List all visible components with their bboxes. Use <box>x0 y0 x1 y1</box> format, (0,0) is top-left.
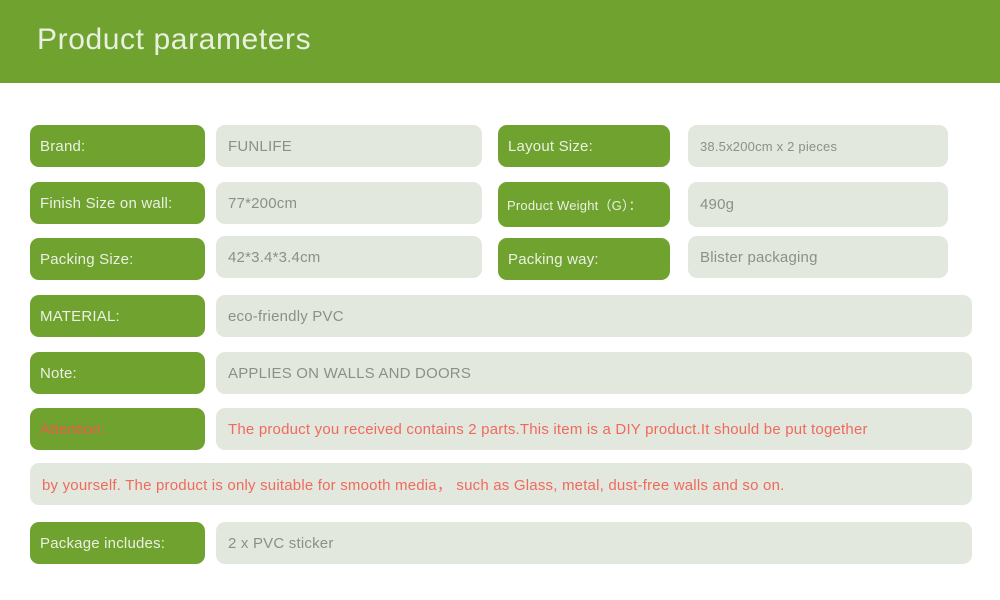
value-attention-line2-text: by yourself. The product is only suitabl… <box>42 476 785 494</box>
value-material: eco-friendly PVC <box>216 295 972 337</box>
value-finish-size: 77*200cm <box>216 182 482 224</box>
label-note: Note: <box>30 352 205 394</box>
value-attention-line1-text: The product you received contains 2 part… <box>228 420 868 438</box>
value-product-weight-text: 490g <box>700 196 735 213</box>
label-packing-way-text: Packing way: <box>508 250 599 268</box>
label-material: MATERIAL: <box>30 295 205 337</box>
label-note-text: Note: <box>40 364 77 382</box>
value-finish-size-text: 77*200cm <box>228 194 298 212</box>
label-attention: Attention: <box>30 408 205 450</box>
label-brand: Brand: <box>30 125 205 167</box>
value-brand: FUNLIFE <box>216 125 482 167</box>
value-material-text: eco-friendly PVC <box>228 307 344 325</box>
value-packing-way: Blister packaging <box>688 236 948 278</box>
label-packing-way: Packing way: <box>498 238 670 280</box>
value-brand-text: FUNLIFE <box>228 137 292 155</box>
value-attention-line1: The product you received contains 2 part… <box>216 408 972 450</box>
label-finish-size: Finish Size on wall: <box>30 182 205 224</box>
page-title: Product parameters <box>37 23 312 56</box>
value-layout-size-text: 38.5x200cm x 2 pieces <box>700 138 838 154</box>
label-material-text: MATERIAL: <box>40 307 120 325</box>
product-parameters-page: Product parameters Brand: FUNLIFE Layout… <box>0 0 1000 600</box>
label-layout-size-text: Layout Size: <box>508 137 593 155</box>
label-brand-text: Brand: <box>40 137 86 155</box>
label-product-weight-text: Product Weight（G）： <box>507 198 642 213</box>
header-banner: Product parameters <box>0 0 1000 83</box>
value-attention-line2: by yourself. The product is only suitabl… <box>30 463 972 505</box>
label-packing-size-text: Packing Size: <box>40 250 134 268</box>
value-packing-size: 42*3.4*3.4cm <box>216 236 482 278</box>
value-packing-size-text: 42*3.4*3.4cm <box>228 248 321 266</box>
value-package-includes: 2 x PVC sticker <box>216 522 972 564</box>
label-package-includes: Package includes: <box>30 522 205 564</box>
label-layout-size: Layout Size: <box>498 125 670 167</box>
label-packing-size: Packing Size: <box>30 238 205 280</box>
label-product-weight: Product Weight（G）： <box>498 182 670 227</box>
value-note: APPLIES ON WALLS AND DOORS <box>216 352 972 394</box>
value-package-includes-text: 2 x PVC sticker <box>228 534 334 552</box>
label-package-includes-text: Package includes: <box>40 534 166 552</box>
label-attention-text: Attention: <box>40 420 106 438</box>
value-product-weight: 490g <box>688 182 948 227</box>
label-finish-size-text: Finish Size on wall: <box>40 194 173 212</box>
value-layout-size: 38.5x200cm x 2 pieces <box>688 125 948 167</box>
value-note-text: APPLIES ON WALLS AND DOORS <box>228 364 472 382</box>
value-packing-way-text: Blister packaging <box>700 248 818 266</box>
